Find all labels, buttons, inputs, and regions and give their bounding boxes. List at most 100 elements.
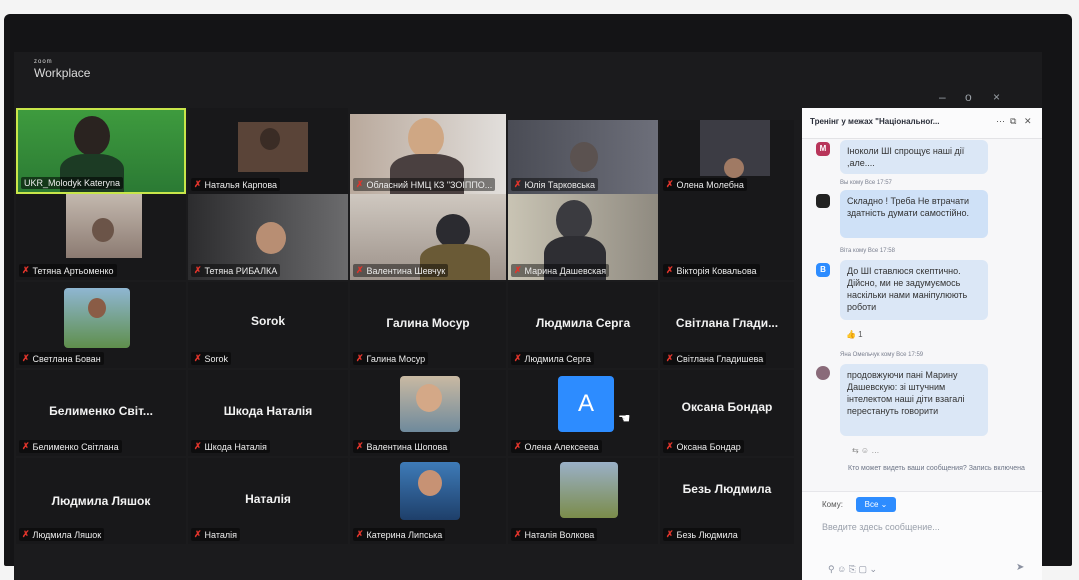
participant-name: Юлія Тарковська — [524, 179, 596, 190]
participant-name: Тетяна Артьоменко — [32, 265, 114, 276]
more-icon[interactable]: ⋯ — [996, 116, 1005, 127]
participant-tile[interactable]: Sorok ✗ Sorok — [188, 282, 348, 368]
message-input[interactable]: Введите здесь сообщение... — [822, 522, 1022, 542]
close-button[interactable]: × — [993, 90, 1000, 104]
chat-message: продовжуючи пані Марину Дашевскую: зі шт… — [840, 364, 988, 436]
participant-tile[interactable]: Белименко Світ... ✗ Белименко Світлана — [16, 370, 186, 456]
participant-tile[interactable]: A ☚ ✗ Олена Алексеева — [508, 370, 658, 456]
participant-name: Наталія — [204, 529, 238, 540]
participant-display-name: Безь Людмила — [682, 482, 772, 496]
profile-photo — [560, 462, 618, 518]
recipient-label: Кому: — [822, 500, 843, 509]
participant-tile[interactable]: ✗ Валентина Шопова — [350, 370, 506, 456]
participant-tile[interactable]: ✗ Наталія Волкова — [508, 458, 658, 544]
sender-avatar: В — [816, 263, 830, 277]
mic-muted-icon: ✗ — [514, 441, 522, 451]
participant-name: UKR_Molodyk Kateryna — [24, 178, 121, 188]
participant-tile[interactable]: Людмила Серга ✗ Людмила Серга — [508, 282, 658, 368]
participant-label: ✗ Людмила Серга — [511, 352, 594, 365]
mic-muted-icon: ✗ — [514, 529, 522, 539]
chat-composer: Кому: Все ⌄ Введите здесь сообщение... ⚲… — [802, 491, 1042, 580]
participant-label: ✗ Оксана Бондар — [663, 440, 744, 453]
participant-head — [92, 218, 114, 242]
participant-tile[interactable]: ✗ Валентина Шевчук — [350, 194, 506, 280]
participant-name: Олена Алексеева — [524, 441, 599, 452]
participant-label: ✗ Валентина Шевчук — [353, 264, 449, 277]
participant-label: ✗ Тетяна Артьоменко — [19, 264, 117, 277]
brand-small: zoom — [34, 59, 53, 65]
participant-name: Тетяна РИБАЛКА — [204, 265, 278, 276]
participant-tile[interactable]: ✗ Тетяна Артьоменко — [16, 194, 186, 280]
mic-muted-icon: ✗ — [514, 265, 522, 275]
participant-name: Валентина Шевчук — [366, 265, 446, 276]
mic-muted-icon: ✗ — [22, 441, 30, 451]
participant-head — [260, 128, 280, 150]
minimize-button[interactable]: – — [939, 90, 946, 104]
mic-muted-icon: ✗ — [22, 529, 30, 539]
participant-label: ✗ Вікторія Ковальова — [663, 264, 760, 277]
participant-tile[interactable]: Наталія ✗ Наталія — [188, 458, 348, 544]
participant-display-name: Шкода Наталія — [223, 404, 313, 418]
participant-display-name: Белименко Світ... — [49, 404, 153, 418]
participant-tile[interactable]: Галина Мосур ✗ Галина Мосур — [350, 282, 506, 368]
participant-tile[interactable]: Безь Людмила ✗ Безь Людмила — [660, 458, 794, 544]
participant-head — [256, 222, 286, 254]
participant-tile[interactable]: Оксана Бондар ✗ Оксана Бондар — [660, 370, 794, 456]
mic-muted-icon: ✗ — [666, 179, 674, 189]
participant-tile[interactable]: Світлана Глади... ✗ Світлана Гладишева — [660, 282, 794, 368]
participant-name: Безь Людмила — [676, 529, 738, 540]
participant-name: Олена Молебна — [676, 179, 744, 190]
participant-head — [436, 214, 470, 248]
mic-muted-icon: ✗ — [356, 529, 364, 539]
participant-tile[interactable]: ✗ Юлія Тарковська — [508, 120, 658, 194]
mic-muted-icon: ✗ — [194, 353, 202, 363]
participant-label: ✗ Наталія — [191, 528, 241, 541]
participant-tile[interactable]: ✗ Олена Молебна — [660, 120, 794, 194]
recipient-dropdown[interactable]: Все ⌄ — [856, 497, 896, 512]
sender-avatar — [816, 194, 830, 208]
mic-muted-icon: ✗ — [666, 353, 674, 363]
participant-label: ✗ Марина Дашевская — [511, 264, 610, 277]
title-bar: zoom Workplace – o × — [14, 52, 1042, 104]
participant-label: ✗ Галина Мосур — [353, 352, 429, 365]
participant-tile[interactable]: ✗ Марина Дашевская — [508, 194, 658, 280]
participant-label: ✗ Олена Молебна — [663, 178, 747, 191]
participant-label: ✗ Катерина Липська — [353, 528, 446, 541]
maximize-button[interactable]: o — [965, 90, 972, 104]
reaction-badge[interactable]: 👍 1 — [846, 330, 863, 339]
participant-tile[interactable]: ✗ Обласний НМЦ КЗ "ЗОІППО... — [350, 114, 506, 194]
participant-label: UKR_Molodyk Kateryna — [21, 177, 124, 189]
participant-head — [556, 200, 592, 240]
visibility-note[interactable]: Кто может видеть ваши сообщения? Запись … — [848, 464, 1034, 473]
pop-out-icon[interactable]: ⧉ — [1010, 116, 1016, 127]
participant-label: ✗ Тетяна РИБАЛКА — [191, 264, 281, 277]
participant-label: ✗ Наталья Карпова — [191, 178, 281, 191]
mic-muted-icon: ✗ — [514, 353, 522, 363]
participant-name: Светлана Бован — [32, 353, 101, 364]
participant-tile[interactable]: ✗ Вікторія Ковальова — [660, 194, 794, 280]
participant-tile[interactable]: ✗ Светлана Бован — [16, 282, 186, 368]
chat-header: Тренінг у межах "Національног... ⋯ ⧉ ✕ — [802, 108, 1042, 139]
mic-muted-icon: ✗ — [22, 353, 30, 363]
mic-muted-icon: ✗ — [514, 179, 522, 189]
participant-tile[interactable]: ✗ Наталья Карпова — [188, 108, 348, 194]
mic-muted-icon: ✗ — [666, 529, 674, 539]
participant-name: Людмила Серга — [524, 353, 591, 364]
participant-tile[interactable]: Людмила Ляшок ✗ Людмила Ляшок — [16, 458, 186, 544]
format-icons[interactable]: ⚲ ☺ ⎘ ▢ ⌄ — [828, 564, 877, 575]
participant-name: Наталія Волкова — [524, 529, 595, 540]
close-chat-icon[interactable]: ✕ — [1024, 116, 1032, 127]
participant-tile[interactable]: ✗ Катерина Липська — [350, 458, 506, 544]
mic-muted-icon: ✗ — [194, 441, 202, 451]
participant-label: ✗ Обласний НМЦ КЗ "ЗОІППО... — [353, 178, 496, 191]
participant-tile[interactable]: UKR_Molodyk Kateryna — [16, 108, 186, 194]
participant-display-name: Людмила Серга — [535, 316, 631, 330]
video-grid: UKR_Molodyk Kateryna ✗ Наталья Карпова ✗ О… — [14, 108, 800, 580]
initial-avatar: A — [558, 376, 614, 432]
message-actions-icon[interactable]: ⇆ ☺ … — [852, 446, 879, 455]
participant-tile[interactable]: ✗ Тетяна РИБАЛКА — [188, 194, 348, 280]
participant-label: ✗ Валентина Шопова — [353, 440, 451, 453]
participant-tile[interactable]: Шкода Наталія ✗ Шкода Наталія — [188, 370, 348, 456]
participant-display-name: Наталія — [245, 492, 291, 506]
participant-name: Людмила Ляшок — [32, 529, 102, 540]
